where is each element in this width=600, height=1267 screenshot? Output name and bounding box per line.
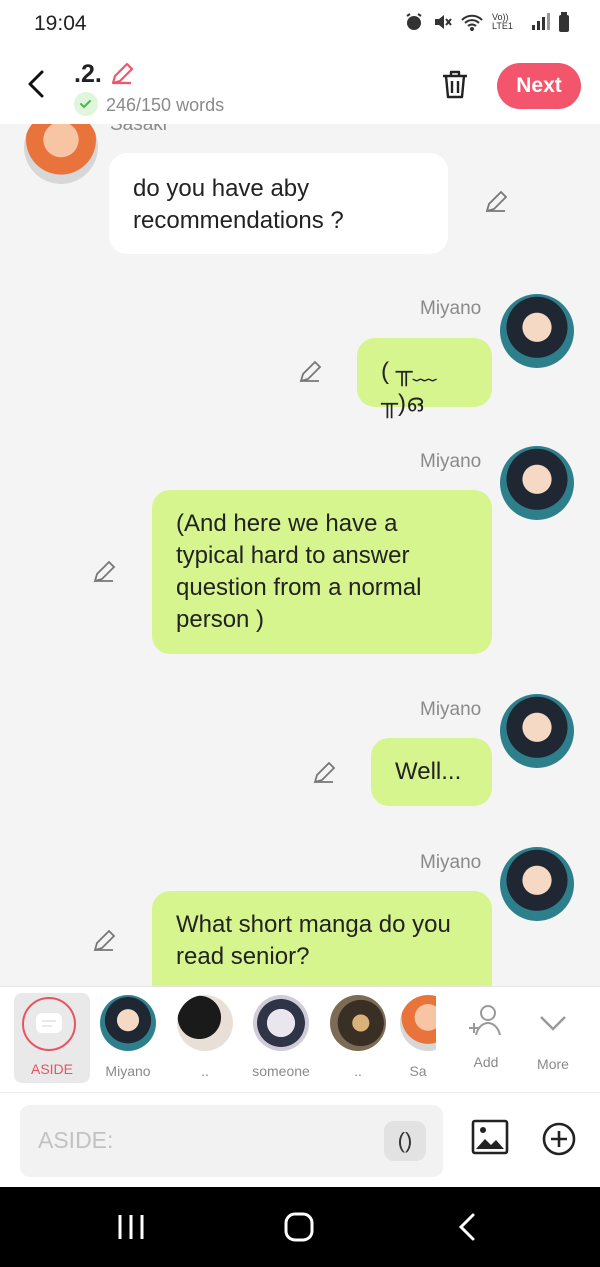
word-count: 246/150 words (106, 95, 225, 115)
avatar (330, 995, 386, 1051)
character-label: More (537, 1056, 569, 1072)
character-miyano[interactable]: Miyano (93, 995, 163, 1079)
avatar-miyano[interactable] (500, 446, 574, 520)
character-someone[interactable]: someone (246, 995, 316, 1079)
input-placeholder: ASIDE: (38, 1127, 114, 1153)
status-time: 19:04 (34, 12, 87, 35)
sender-name: Miyano (420, 298, 482, 319)
edit-message-pencil-icon[interactable] (296, 358, 324, 386)
chevron-down-icon (540, 1016, 566, 1031)
character-label: someone (252, 1063, 310, 1079)
mute-icon (435, 15, 452, 29)
character-label: Add (473, 1054, 499, 1070)
input-bar: ASIDE: () (0, 1092, 600, 1188)
system-nav-bar (0, 1187, 600, 1267)
message-bubble[interactable]: do you have aby recommendations ? (109, 153, 448, 254)
character-selector: ASIDE Miyano .. someone .. Sa Add More (0, 986, 600, 1093)
add-circle-icon[interactable] (541, 1121, 577, 1157)
status-icons: Vo)) LTE1 (404, 12, 570, 32)
edit-message-pencil-icon[interactable] (482, 188, 510, 216)
back-arrow-icon[interactable] (24, 68, 52, 100)
message-input[interactable]: ASIDE: () (20, 1105, 443, 1177)
avatar-miyano[interactable] (500, 694, 574, 768)
chat-area: Sasaki do you have aby recommendations ?… (0, 124, 600, 986)
nav-back-icon[interactable] (455, 1211, 479, 1243)
message-bubble[interactable]: Well... (371, 738, 492, 806)
avatar (177, 995, 233, 1051)
alarm-icon (406, 13, 422, 30)
wifi-icon (461, 14, 483, 31)
character-label: .. (201, 1063, 209, 1079)
avatar (100, 995, 156, 1051)
sender-name: Sasaki (110, 124, 168, 135)
add-user-icon (469, 1005, 501, 1036)
check-icon (74, 92, 98, 116)
home-icon[interactable] (283, 1211, 315, 1243)
avatar-miyano[interactable] (500, 294, 574, 368)
next-button[interactable]: Next (497, 63, 581, 109)
avatar-miyano[interactable] (500, 847, 574, 921)
character-aside[interactable]: ASIDE (14, 993, 90, 1083)
character-label: Sa (409, 1063, 427, 1079)
image-icon[interactable] (471, 1119, 509, 1155)
status-bar: 19:04 Vo)) LTE1 (0, 0, 600, 46)
edit-message-pencil-icon[interactable] (90, 927, 118, 955)
network-label: Vo)) LTE1 (492, 12, 513, 31)
character-sasaki[interactable]: Sa (400, 995, 436, 1079)
story-title: .2. (74, 60, 102, 88)
battery-icon (559, 12, 569, 32)
parentheses-button[interactable]: () (384, 1121, 426, 1161)
signal-icon (532, 13, 550, 30)
message-bubble[interactable]: What short manga do you read senior? (152, 891, 492, 986)
sender-name: Miyano (420, 699, 482, 720)
editor-header: .2. 246/150 words Next (0, 46, 600, 124)
avatar (400, 995, 436, 1051)
aside-chat-icon (36, 1013, 62, 1033)
message-bubble[interactable]: ( ╥﹏╥)ഒ (357, 338, 492, 417)
add-character-button[interactable]: Add (451, 995, 521, 1070)
avatar-sasaki[interactable] (24, 124, 98, 184)
edit-message-pencil-icon[interactable] (310, 759, 338, 787)
sender-name: Miyano (420, 451, 482, 472)
edit-message-pencil-icon[interactable] (90, 558, 118, 586)
recent-apps-icon[interactable] (116, 1213, 146, 1241)
trash-icon[interactable] (440, 68, 470, 100)
character-dots-2[interactable]: .. (323, 995, 393, 1079)
character-label: ASIDE (30, 1061, 73, 1077)
character-label: Miyano (105, 1063, 151, 1079)
message-bubble[interactable]: (And here we have a typical hard to answ… (152, 490, 492, 654)
character-label: .. (354, 1063, 362, 1079)
more-characters-button[interactable]: More (518, 995, 588, 1072)
edit-title-pencil-icon[interactable] (108, 60, 136, 88)
avatar (253, 995, 309, 1051)
character-dots-1[interactable]: .. (170, 995, 240, 1079)
sender-name: Miyano (420, 852, 482, 873)
aside-ring (22, 997, 76, 1051)
